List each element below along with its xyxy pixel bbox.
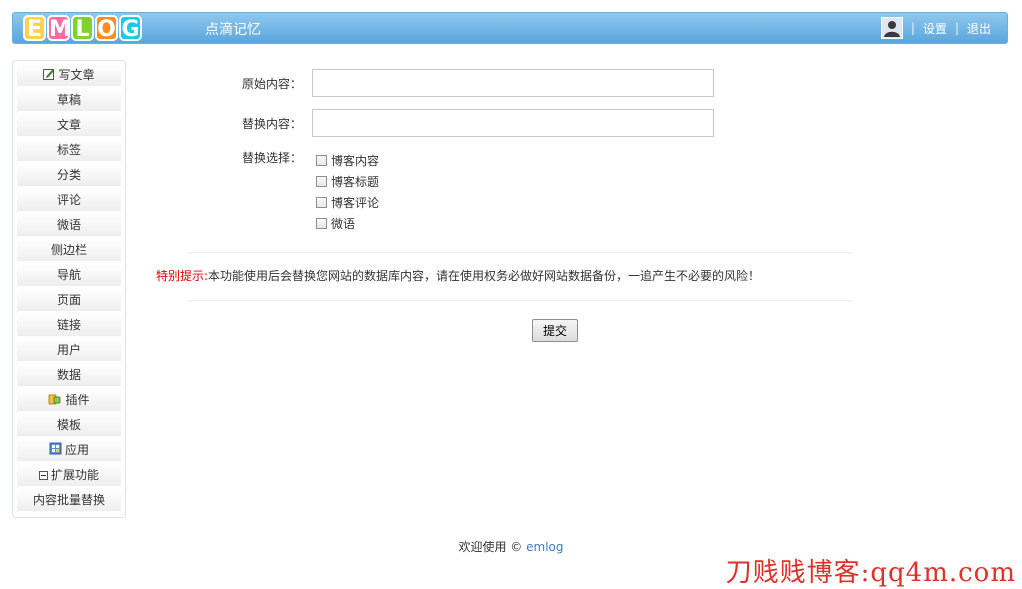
sidebar-item-sidebar[interactable]: 侧边栏 [17,239,121,261]
watermark: 刀贱贱博客:qq4m.com [725,558,1016,588]
option-blog-comments[interactable]: 博客评论 [316,192,379,213]
option-twitter[interactable]: 微语 [316,213,379,234]
divider [188,252,852,253]
logo-letter-g: G [119,15,142,42]
sidebar-menu: 写文章 草稿 文章 标签 分类 评论 微语 侧边栏 导航 页面 链接 用户 数据… [12,60,126,518]
sidebar-item-label: 微语 [56,218,81,232]
sidebar-item-comments[interactable]: 评论 [17,189,121,211]
option-label: 微语 [331,217,356,231]
user-avatar-icon[interactable] [880,17,903,39]
warning-tip: 特别提示:本功能使用后会替换您网站的数据库内容，请在使用权务必做好网站数据备份，… [156,267,760,284]
sidebar-item-label: 侧边栏 [50,243,87,257]
sidebar-item-label: 页面 [56,293,81,307]
sidebar-item-label: 内容批量替换 [32,493,105,507]
submit-button[interactable]: 提交 [532,319,578,342]
sidebar-item-write[interactable]: 写文章 [17,64,121,86]
sidebar-item-label: 数据 [56,368,81,382]
logo-letter-l: L [71,15,94,42]
sidebar-item-label: 评论 [56,193,81,207]
sidebar-item-label: 插件 [65,393,90,407]
checkbox[interactable] [316,176,327,187]
sidebar-item-templates[interactable]: 模板 [17,414,121,436]
logo-letter-m: M [47,15,71,42]
option-label: 博客标题 [331,175,380,189]
sidebar-item-label: 文章 [56,118,81,132]
logo-letter-e: E [23,15,46,42]
sidebar-item-pages[interactable]: 页面 [17,289,121,311]
app-icon [49,440,62,462]
collapse-icon [38,465,48,487]
checkbox[interactable] [316,197,327,208]
user-area: | 设置 | 退出 [880,17,991,39]
settings-link[interactable]: 设置 [923,20,947,37]
original-content-label: 原始内容： [241,77,302,91]
emlog-logo[interactable]: E M L O G [23,15,142,43]
sidebar-item-plugins[interactable]: 插件 [17,389,121,411]
sidebar-item-data[interactable]: 数据 [17,364,121,386]
sidebar-item-twitter[interactable]: 微语 [17,214,121,236]
sidebar-item-drafts[interactable]: 草稿 [17,89,121,111]
replace-options-label: 替换选择： [241,151,302,165]
sidebar-item-label: 用户 [56,343,81,357]
tip-text: 本功能使用后会替换您网站的数据库内容，请在使用权务必做好网站数据备份，一追产生不… [208,269,761,283]
divider [188,300,852,301]
sidebar-item-categories[interactable]: 分类 [17,164,121,186]
sidebar-item-label: 标签 [56,143,81,157]
option-blog-content[interactable]: 博客内容 [316,150,379,171]
sidebar-item-articles[interactable]: 文章 [17,114,121,136]
sidebar-item-users[interactable]: 用户 [17,339,121,361]
logo-letter-o: O [95,15,118,42]
checkbox[interactable] [316,155,327,166]
replace-content-label: 替换内容： [241,117,302,131]
sidebar-item-label: 分类 [56,168,81,182]
edit-icon [43,65,55,87]
sidebar-item-label: 应用 [64,443,89,457]
sidebar-item-label: 写文章 [58,68,95,82]
checkbox[interactable] [316,218,327,229]
site-name-link[interactable]: 点滴记忆 [205,19,261,39]
emlog-link[interactable]: emlog [526,540,563,554]
sidebar-item-navigation[interactable]: 导航 [17,264,121,286]
sidebar-item-label: 模板 [56,418,81,432]
tip-highlight: 特别提示: [156,269,209,283]
top-header: E M L O G 点滴记忆 | 设置 | 退出 [12,12,1008,44]
sidebar-item-links[interactable]: 链接 [17,314,121,336]
sidebar-item-label: 导航 [56,268,81,282]
original-content-input[interactable] [312,69,714,97]
sidebar-item-batch-replace[interactable]: 内容批量替换 [17,489,121,511]
plugin-icon [48,390,62,412]
option-label: 博客评论 [331,196,380,210]
option-label: 博客内容 [331,154,380,168]
sidebar-item-tags[interactable]: 标签 [17,139,121,161]
separator: | [954,21,959,35]
sidebar-item-apps[interactable]: 应用 [17,439,121,461]
separator: | [910,21,915,35]
replace-content-input[interactable] [312,109,714,137]
sidebar-item-label: 草稿 [56,93,81,107]
logout-link[interactable]: 退出 [967,20,991,37]
footer-text: 欢迎使用 © [458,540,527,554]
sidebar-item-extensions[interactable]: 扩展功能 [17,464,121,486]
option-blog-title[interactable]: 博客标题 [316,171,379,192]
replace-options-group: 博客内容 博客标题 博客评论 微语 [316,150,379,234]
sidebar-item-label: 链接 [56,318,81,332]
sidebar-item-label: 扩展功能 [50,468,99,482]
